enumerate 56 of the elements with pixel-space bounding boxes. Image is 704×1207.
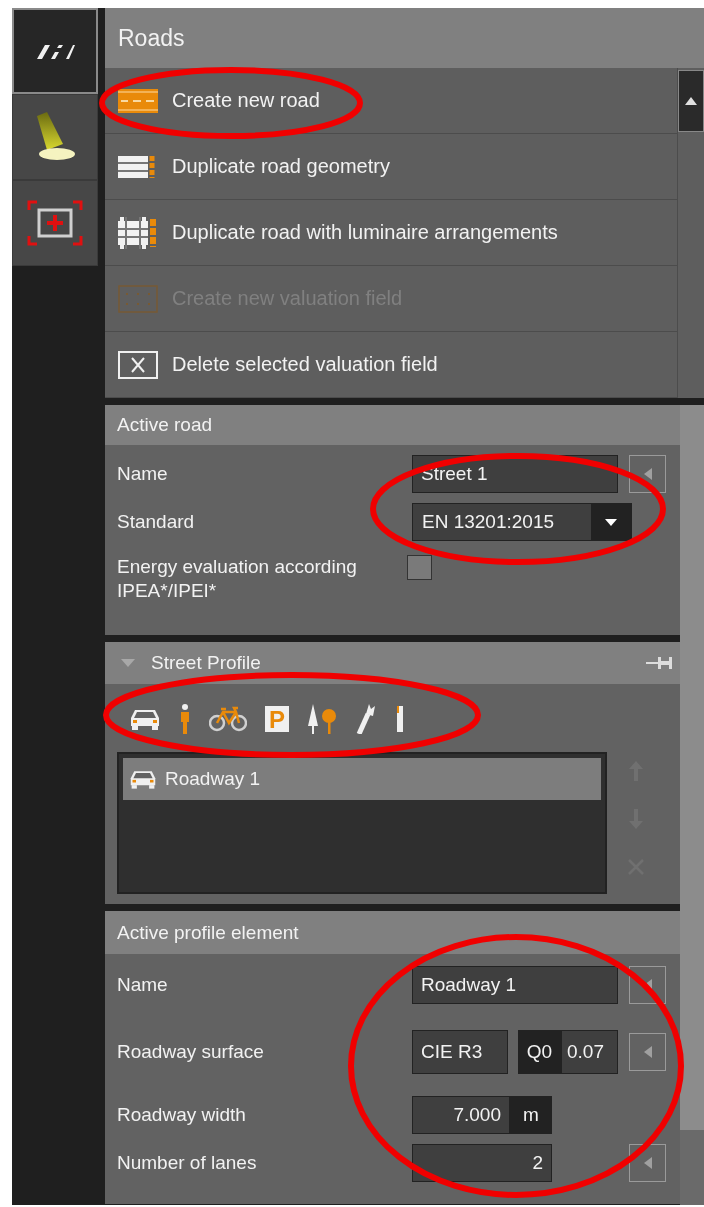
width-field[interactable]: 7.000 xyxy=(412,1096,510,1134)
sidebar-tab[interactable] xyxy=(12,180,98,266)
sidebar-tab[interactable] xyxy=(12,8,98,94)
wrench-icon[interactable] xyxy=(355,704,377,734)
arrow-button[interactable] xyxy=(629,455,666,493)
scroll-up-button[interactable] xyxy=(678,70,704,132)
energy-checkbox[interactable] xyxy=(407,555,432,580)
triangle-icon xyxy=(643,1046,652,1058)
person-icon[interactable] xyxy=(179,704,191,734)
pin-button[interactable] xyxy=(646,657,672,669)
arrow-button[interactable] xyxy=(629,1144,666,1182)
add-field-icon xyxy=(27,200,83,246)
triangle-icon xyxy=(643,468,652,480)
section-title: Street Profile xyxy=(151,652,262,674)
field-label: Roadway width xyxy=(117,1104,247,1126)
section-title: Active road xyxy=(105,405,680,445)
scrollbar-thumb[interactable] xyxy=(680,405,704,1130)
bicycle-icon[interactable] xyxy=(209,706,247,732)
close-box-icon xyxy=(118,350,158,379)
sidebar-tab[interactable] xyxy=(12,94,98,180)
section-title: Active profile element xyxy=(105,911,680,954)
trees-icon[interactable] xyxy=(307,704,337,734)
arrow-button[interactable] xyxy=(629,966,666,1004)
expander-button[interactable] xyxy=(121,659,135,667)
action-item[interactable]: Duplicate road with luminaire arrangements xyxy=(105,200,677,266)
pin-icon xyxy=(646,657,672,669)
field-label: Name xyxy=(117,974,169,996)
road-copy-icon xyxy=(118,153,158,180)
arrow-button[interactable] xyxy=(629,1033,666,1071)
pole-icon[interactable] xyxy=(395,706,405,732)
triangle-icon xyxy=(643,1157,652,1169)
triangle-icon xyxy=(685,97,697,105)
q0-label: Q0 xyxy=(518,1030,561,1074)
field-label: Roadway surface xyxy=(117,1041,265,1063)
grid-field-icon xyxy=(118,284,158,313)
road-icon xyxy=(35,43,75,59)
road-copy-icon xyxy=(118,216,158,249)
q0-field[interactable]: 0.07 xyxy=(561,1030,618,1074)
car-icon xyxy=(129,769,157,789)
field-label: Number of lanes xyxy=(117,1152,258,1174)
caret-icon xyxy=(605,518,617,526)
lanes-field[interactable]: 2 xyxy=(412,1144,552,1182)
list-item[interactable]: Roadway 1 xyxy=(123,758,601,800)
unit-label: m xyxy=(510,1096,552,1134)
surface-field[interactable]: CIE R3 xyxy=(412,1030,508,1074)
field-label: Standard xyxy=(117,511,196,533)
field-label: Name xyxy=(117,463,169,485)
standard-dropdown[interactable]: EN 13201:2015 xyxy=(412,503,632,541)
road-icon xyxy=(118,88,158,113)
field-label: Energy evaluation according IPEA*/IPEI* xyxy=(117,555,358,603)
car-icon[interactable] xyxy=(129,708,161,730)
panel-title: Roads xyxy=(105,8,704,68)
action-item[interactable]: Duplicate road geometry xyxy=(105,134,677,200)
triangle-icon xyxy=(121,659,135,667)
action-item[interactable]: Delete selected valuation field xyxy=(105,332,677,398)
name-field[interactable]: Roadway 1 xyxy=(412,966,618,1004)
